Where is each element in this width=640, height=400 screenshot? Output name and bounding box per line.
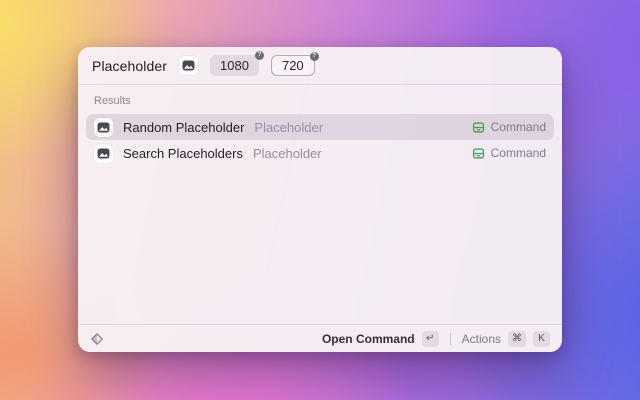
result-accessory-label: Command [490,146,546,160]
return-keycap: ↵ [421,330,439,347]
action-bar: Open Command ↵ Actions ⌘ K [78,324,562,352]
result-subtitle: Placeholder [252,145,322,161]
argument-height-value: 720 [281,58,304,73]
result-icon-tile [94,117,113,137]
placeholder-app-icon-tile [179,56,199,75]
argument-height-pill[interactable]: 720 ? [270,52,319,76]
diamond-icon [90,332,104,345]
search-input[interactable]: Placeholder [92,58,167,74]
result-title: Search Placeholders [123,145,243,161]
launcher-window: Placeholder 1080 ? 720 ? Results Random … [78,47,562,352]
argument-info-badge[interactable]: ? [254,51,264,60]
result-accessory: Command [472,146,546,160]
placeholder-image-icon [182,60,195,71]
command-keycap: ⌘ [508,330,526,347]
command-drawer-icon [472,121,484,133]
result-title: Random Placeholder [123,119,245,135]
placeholder-image-icon [97,147,110,159]
list-item-random-placeholder[interactable]: Random Placeholder Placeholder Command [86,114,554,140]
k-keycap: K [533,330,550,347]
list-item-search-placeholders[interactable]: Search Placeholders Placeholder Command [86,140,554,166]
argument-info-badge[interactable]: ? [309,52,319,61]
placeholder-image-icon [97,121,110,133]
command-drawer-icon [472,147,484,159]
results-header: Results [94,95,131,107]
result-icon-tile [94,143,113,163]
search-bar[interactable]: Placeholder 1080 ? 720 ? [78,47,562,85]
result-accessory-label: Command [490,120,546,134]
result-subtitle: Placeholder [254,119,324,135]
footer-divider [449,332,451,345]
argument-width-pill[interactable]: 1080 ? [210,51,264,76]
results-list: Random Placeholder Placeholder Command S… [78,114,562,166]
actions-button[interactable]: Actions [462,332,501,346]
results-panel: Results Random Placeholder Placeholder C… [78,85,562,324]
result-accessory: Command [472,120,546,134]
argument-width-value: 1080 [220,58,249,73]
open-command-button[interactable]: Open Command [322,332,415,346]
